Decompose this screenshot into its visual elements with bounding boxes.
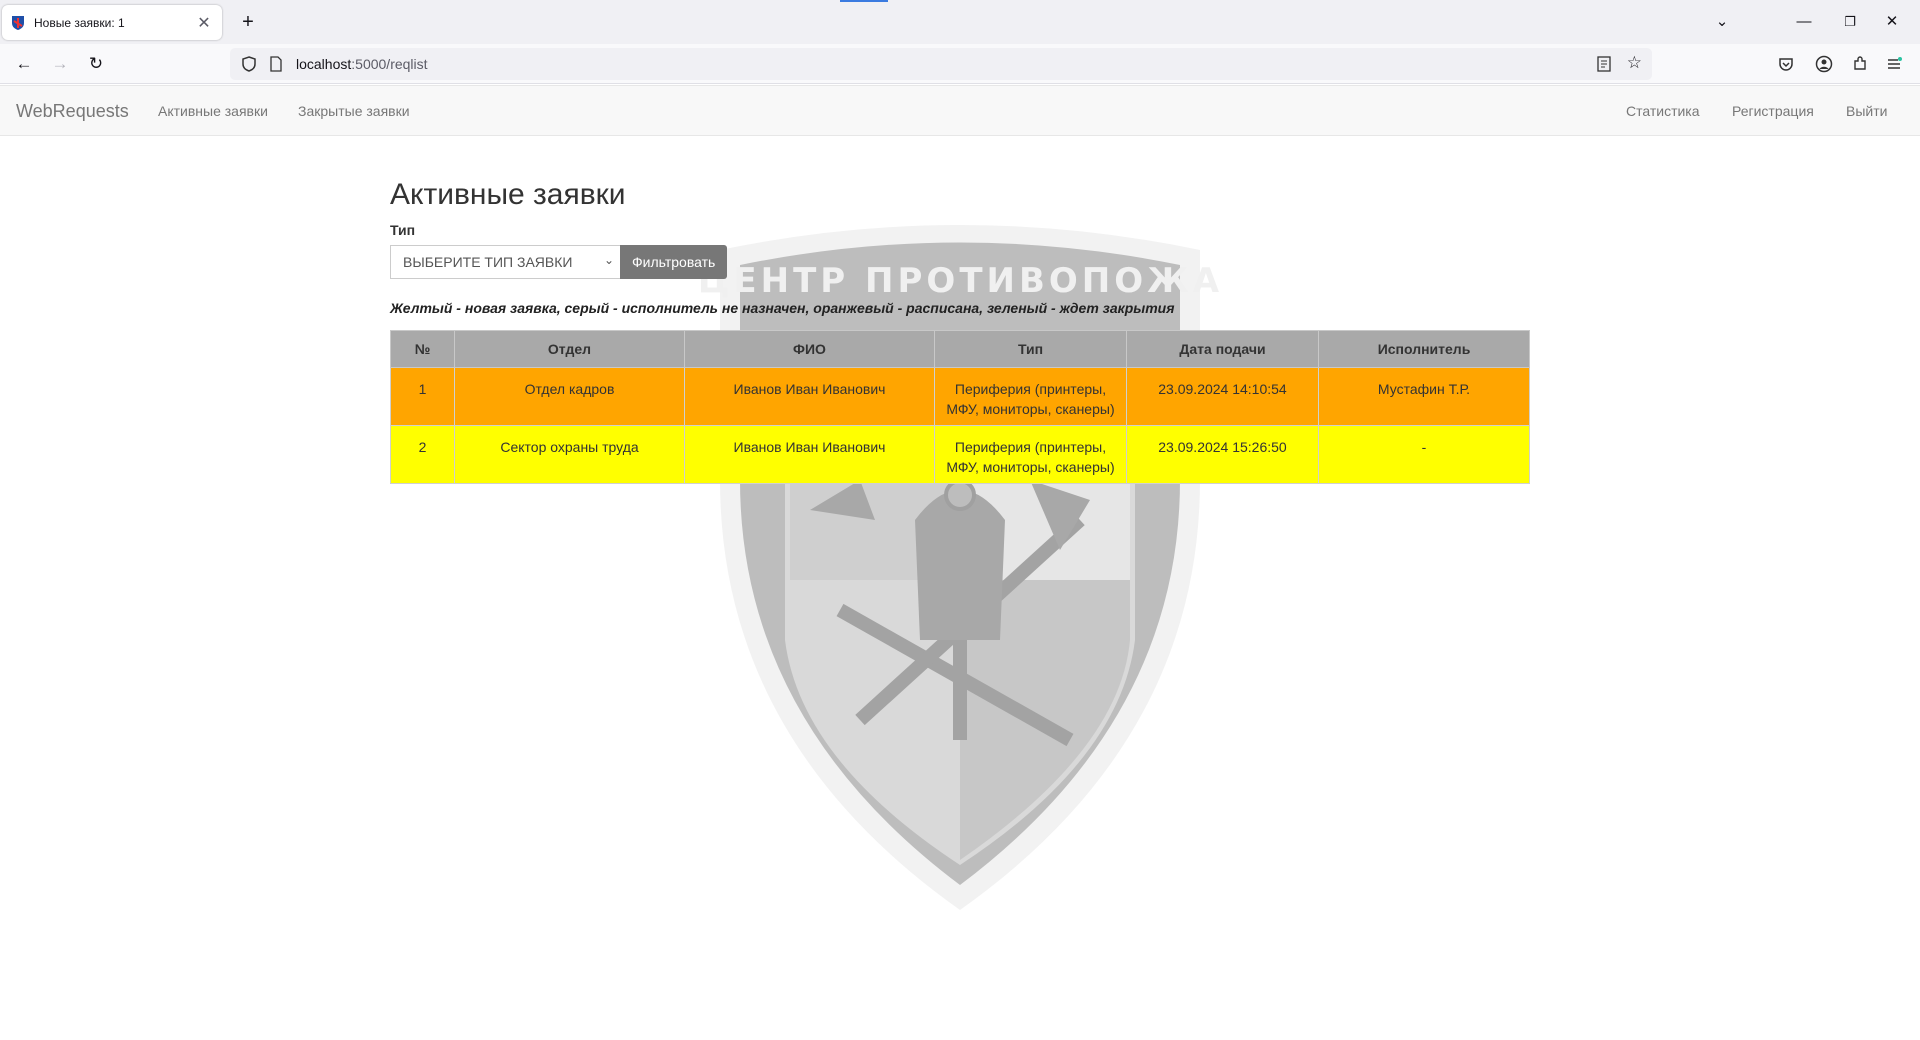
browser-tab-bar: Новые заявки: 1 ✕ + ⌄ — ❐ ✕ <box>0 0 1920 44</box>
forward-button[interactable]: → <box>46 50 74 78</box>
col-fio: ФИО <box>684 330 935 368</box>
nav-statistics[interactable]: Статистика <box>1626 103 1700 119</box>
type-line: МФУ, мониторы, сканеры) <box>946 459 1115 475</box>
table-row[interactable]: 2 Сектор охраны труда Иванов Иван Иванов… <box>390 425 1530 484</box>
page-title: Активные заявки <box>390 178 626 211</box>
tab-list-chevron-icon[interactable]: ⌄ <box>1702 8 1742 36</box>
nav-closed-requests[interactable]: Закрытые заявки <box>298 103 410 119</box>
extensions-icon[interactable] <box>1848 52 1872 76</box>
cell-type: Периферия (принтеры, МФУ, мониторы, скане… <box>934 367 1127 426</box>
cell-date: 23.09.2024 14:10:54 <box>1126 367 1319 426</box>
col-executor: Исполнитель <box>1318 330 1530 368</box>
emblem-watermark: ТЕХНИЧЕСКИЙ ЦЕНТР ПРОТИВОПОЖАРНОЙ СЛУЖБЫ <box>700 225 1220 910</box>
cell-department: Сектор охраны труда <box>454 425 685 484</box>
select-value: ВЫБЕРИТЕ ТИП ЗАЯВКИ <box>403 254 573 270</box>
browser-toolbar: ← → ↻ localhost:5000/reqlist ☆ <box>0 44 1920 84</box>
site-navbar: WebRequests Активные заявки Закрытые зая… <box>0 85 1920 136</box>
filter-form: ВЫБЕРИТЕ ТИП ЗАЯВКИ ⌄ Фильтровать <box>390 245 728 279</box>
back-button[interactable]: ← <box>10 50 38 78</box>
new-tab-button[interactable]: + <box>234 8 262 36</box>
tracking-shield-icon[interactable] <box>240 55 258 73</box>
col-date: Дата подачи <box>1126 330 1319 368</box>
favicon-shield-icon <box>10 15 26 31</box>
filter-button[interactable]: Фильтровать <box>620 245 728 279</box>
main-content: Активные заявки Тип ВЫБЕРИТЕ ТИП ЗАЯВКИ … <box>390 170 1530 484</box>
table-header-row: № Отдел ФИО Тип Дата подачи Исполнитель <box>390 330 1530 368</box>
menu-icon[interactable] <box>1882 52 1906 76</box>
nav-active-requests[interactable]: Активные заявки <box>158 103 268 119</box>
tab-title: Новые заявки: 1 <box>34 15 125 30</box>
url-path: :5000/reqlist <box>351 56 428 72</box>
browser-tab[interactable]: Новые заявки: 1 ✕ <box>2 5 222 40</box>
close-window-button[interactable]: ✕ <box>1872 8 1912 36</box>
minimize-button[interactable]: — <box>1784 8 1824 36</box>
cell-fio: Иванов Иван Иванович <box>684 367 935 426</box>
requests-table: № Отдел ФИО Тип Дата подачи Исполнитель … <box>390 330 1530 484</box>
type-line: МФУ, мониторы, сканеры) <box>946 401 1115 417</box>
color-legend: Желтый - новая заявка, серый - исполните… <box>390 300 1175 316</box>
cell-number: 2 <box>390 425 455 484</box>
url-text[interactable]: localhost:5000/reqlist <box>296 56 428 72</box>
type-line: Периферия (принтеры, <box>954 439 1107 455</box>
restore-button[interactable]: ❐ <box>1830 8 1870 36</box>
nav-logout[interactable]: Выйти <box>1846 103 1887 119</box>
col-number: № <box>390 330 455 368</box>
chevron-down-icon: ⌄ <box>603 253 614 267</box>
account-icon[interactable] <box>1812 52 1836 76</box>
cell-date: 23.09.2024 15:26:50 <box>1126 425 1319 484</box>
close-tab-icon[interactable]: ✕ <box>194 13 214 33</box>
site-brand[interactable]: WebRequests <box>16 101 129 122</box>
nav-registration[interactable]: Регистрация <box>1732 103 1814 119</box>
col-department: Отдел <box>454 330 685 368</box>
type-line: Периферия (принтеры, <box>954 381 1107 397</box>
reload-button[interactable]: ↻ <box>82 50 110 78</box>
request-type-select[interactable]: ВЫБЕРИТЕ ТИП ЗАЯВКИ ⌄ <box>390 245 620 279</box>
filter-type-label: Тип <box>390 222 416 238</box>
col-type: Тип <box>934 330 1127 368</box>
page-info-icon[interactable] <box>268 56 284 72</box>
cell-fio: Иванов Иван Иванович <box>684 425 935 484</box>
cell-number: 1 <box>390 367 455 426</box>
cell-executor: Мустафин Т.Р. <box>1318 367 1530 426</box>
table-row[interactable]: 1 Отдел кадров Иванов Иван Иванович Пери… <box>390 367 1530 426</box>
bookmark-star-icon[interactable]: ☆ <box>1627 53 1642 73</box>
tab-indicator <box>840 0 888 2</box>
reader-view-icon[interactable] <box>1596 56 1612 72</box>
cell-department: Отдел кадров <box>454 367 685 426</box>
address-bar[interactable]: localhost:5000/reqlist ☆ <box>230 48 1652 80</box>
emblem-text: ТЕХНИЧЕСКИЙ ЦЕНТР ПРОТИВОПОЖАРНОЙ СЛУЖБЫ <box>700 260 1220 301</box>
pocket-icon[interactable] <box>1774 52 1798 76</box>
cell-executor: - <box>1318 425 1530 484</box>
cell-type: Периферия (принтеры, МФУ, мониторы, скане… <box>934 425 1127 484</box>
url-host: localhost <box>296 56 352 72</box>
